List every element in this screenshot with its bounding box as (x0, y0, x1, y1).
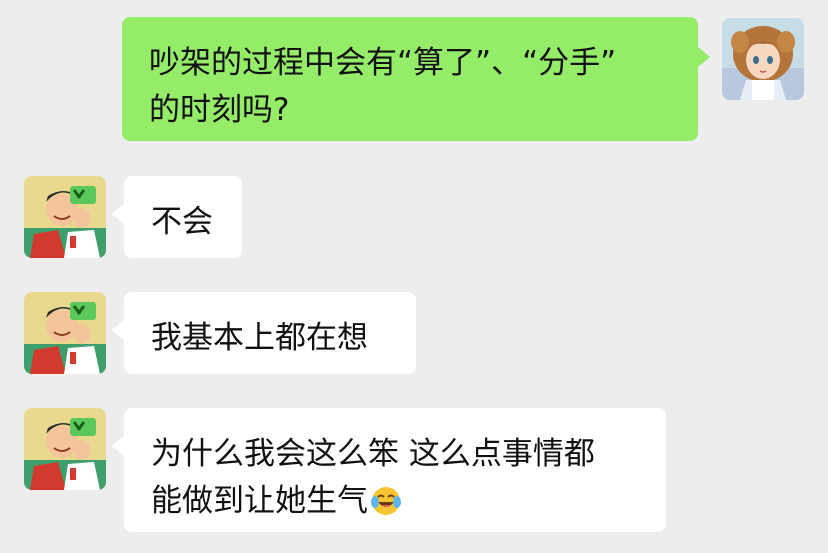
message-text-line: 我基本上都在想 (151, 320, 368, 356)
message-text-line-with-emoji: 能做到让她生气 (151, 478, 636, 525)
cartoon-boy-avatar[interactable] (24, 408, 106, 490)
message-bubble-incoming[interactable]: 为什么我会这么笨 这么点事情都 能做到让她生气 (112, 408, 666, 532)
cartoon-boy-avatar-icon (24, 408, 106, 490)
message-text-line: 为什么我会这么笨 这么点事情都 (151, 436, 595, 472)
message-text: 能做到让她生气 (151, 483, 368, 519)
cartoon-boy-avatar-icon (24, 176, 106, 258)
cartoon-boy-avatar[interactable] (24, 292, 106, 374)
message-bubble-incoming[interactable]: 我基本上都在想 (112, 292, 416, 374)
message-bubble-outgoing[interactable]: 吵架的过程中会有“算了”、“分手” 的时刻吗? (122, 17, 710, 141)
cartoon-boy-avatar-icon (24, 292, 106, 374)
message-text-line: 吵架的过程中会有“算了”、“分手” (149, 45, 617, 81)
message-bubble-incoming[interactable]: 不会 (112, 176, 242, 258)
message-text-line: 的时刻吗? (149, 92, 290, 128)
cartoon-boy-avatar[interactable] (24, 176, 106, 258)
cartoon-girl-avatar[interactable] (722, 18, 804, 100)
cartoon-girl-avatar-icon (722, 18, 804, 100)
laughing-crying-face-icon (371, 487, 401, 515)
message-text-line: 不会 (151, 204, 213, 240)
